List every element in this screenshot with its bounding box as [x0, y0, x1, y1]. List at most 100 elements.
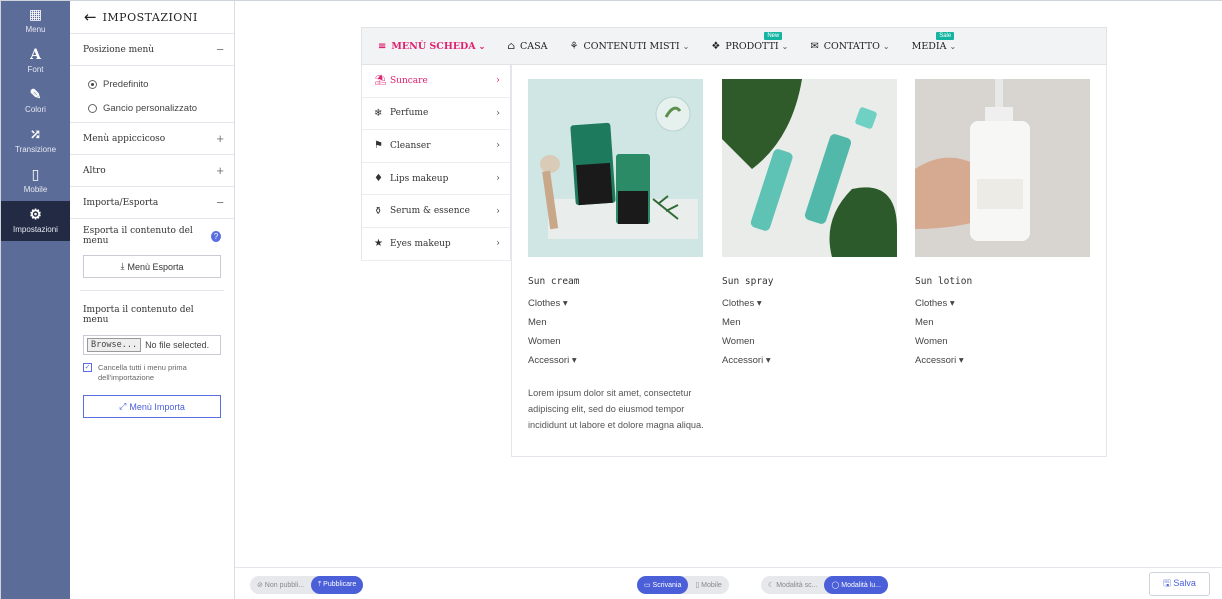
category-list: ⛱ Suncare › ❄ Perfume › ⚑ Cleanser › ♦ L… — [361, 65, 511, 261]
category-label: Perfume — [390, 108, 429, 119]
collapse-icon[interactable]: − — [216, 42, 224, 57]
menu-item-label: PRODOTTI — [725, 40, 779, 52]
rail-item-transition[interactable]: ⤮ Transizione — [1, 121, 70, 161]
link-women[interactable]: Women — [528, 337, 703, 356]
back-arrow-icon[interactable]: ← — [84, 8, 97, 26]
menu-item-tab-menu[interactable]: ≡ MENÙ SCHEDA ⌄ — [378, 41, 485, 52]
radio-default[interactable]: Predefinito — [70, 72, 234, 96]
rail-item-settings[interactable]: ⚙ Impostazioni — [1, 201, 70, 241]
desktop-toggle[interactable]: ▭ Scrivania — [637, 576, 689, 594]
menu-item-mixed-content[interactable]: ⚘ CONTENUTI MISTI ⌄ — [570, 41, 690, 52]
file-input[interactable]: Browse... No file selected. — [83, 335, 221, 355]
rail-item-mobile[interactable]: ▯ Mobile — [1, 161, 70, 201]
save-button[interactable]: 🖫 Salva — [1149, 572, 1210, 596]
radio-button-checked[interactable] — [88, 79, 97, 89]
menu-item-media[interactable]: Sale MEDIA ⌄ — [911, 31, 956, 52]
app-window: ▦ Menu A Font ✎ Colori ⤮ Transizione ▯ M… — [0, 0, 1222, 599]
import-label-row: Importa il contenuto del menu — [70, 305, 234, 325]
chevron-right-icon: › — [496, 75, 500, 87]
new-badge: New — [764, 31, 783, 40]
link-men[interactable]: Men — [528, 318, 703, 337]
chat-icon: ✉ — [810, 40, 819, 52]
menu-item-contact[interactable]: ✉ CONTATTO ⌄ — [810, 41, 889, 52]
category-eyes-makeup[interactable]: ★ Eyes makeup › — [362, 228, 510, 261]
category-suncare[interactable]: ⛱ Suncare › — [362, 65, 510, 98]
browse-button[interactable]: Browse... — [87, 338, 142, 352]
gear-icon: ⚙ — [29, 207, 42, 223]
expand-icon[interactable]: + — [216, 163, 224, 178]
panel-title: IMPOSTAZIONI — [102, 10, 198, 24]
rail-item-menu[interactable]: ▦ Menu — [1, 1, 70, 41]
rail-item-font[interactable]: A Font — [1, 41, 70, 81]
section-other-header[interactable]: Altro + — [70, 155, 234, 187]
link-clothes[interactable]: Clothes ▾ — [528, 299, 703, 318]
products-panel: Sun cream Clothes ▾ Men Women Accessori … — [511, 65, 1107, 457]
menu-item-label: MEDIA — [911, 40, 947, 52]
product-title[interactable]: Sun lotion — [915, 276, 1090, 287]
sale-badge: Sale — [936, 31, 955, 40]
menu-item-label: CONTENUTI MISTI — [583, 40, 680, 52]
product-title[interactable]: Sun cream — [528, 276, 703, 287]
menu-item-label: CONTATTO — [823, 40, 880, 52]
menu-item-home[interactable]: ⌂ CASA — [507, 41, 547, 52]
link-men[interactable]: Men — [722, 318, 897, 337]
category-label: Lips makeup — [390, 173, 449, 184]
import-button-label: Menù Importa — [129, 401, 185, 412]
device-toggle: ▭ Scrivania ▯ Mobile — [637, 576, 729, 594]
product-title[interactable]: Sun spray — [722, 276, 897, 287]
link-clothes[interactable]: Clothes ▾ — [722, 299, 897, 318]
light-mode-toggle[interactable]: ◯ Modalità lu... — [824, 576, 888, 594]
chevron-down-icon: ⌄ — [682, 41, 690, 51]
clear-menus-checkbox-row[interactable]: ✓ Cancella tutti i menu prima dell'impor… — [70, 363, 234, 383]
import-button[interactable]: ⤢ Menù Importa — [83, 395, 221, 418]
brush-icon: ✎ — [29, 87, 42, 103]
section-import-export-header[interactable]: Importa/Esporta − — [70, 187, 234, 219]
link-accessories[interactable]: Accessori ▾ — [915, 356, 1090, 375]
menu-item-products[interactable]: New ❖ PRODOTTI ⌄ — [711, 31, 788, 52]
category-perfume[interactable]: ❄ Perfume › — [362, 98, 510, 131]
link-women[interactable]: Women — [915, 337, 1090, 356]
export-label: Esporta il contenuto del menu — [83, 226, 193, 246]
link-accessories[interactable]: Accessori ▾ — [528, 356, 703, 375]
export-button[interactable]: ⤓ Menù Esporta — [83, 255, 221, 278]
link-women[interactable]: Women — [722, 337, 897, 356]
link-clothes[interactable]: Clothes ▾ — [915, 299, 1090, 318]
rail-label: Colori — [25, 105, 46, 114]
dark-mode-toggle[interactable]: ☾ Modalità sc... — [761, 576, 824, 594]
radio-button[interactable] — [88, 103, 97, 113]
link-accessories[interactable]: Accessori ▾ — [722, 356, 897, 375]
radio-custom-hook[interactable]: Gancio personalizzato — [70, 96, 234, 120]
menu-item-label: CASA — [520, 40, 548, 52]
chevron-right-icon: › — [496, 238, 500, 250]
category-label: Serum & essence — [390, 206, 470, 217]
publish-toggle-active[interactable]: ⤒ Pubblicare — [311, 576, 364, 594]
product-image-sun-cream[interactable] — [528, 79, 703, 257]
chevron-down-icon: ⌄ — [478, 41, 486, 51]
faucet-icon: ⚑ — [374, 140, 383, 152]
checkbox-checked[interactable]: ✓ — [83, 363, 92, 372]
link-men[interactable]: Men — [915, 318, 1090, 337]
mobile-icon: ▯ — [31, 167, 40, 183]
lipstick-icon: ♦ — [374, 173, 383, 185]
product-image-sun-spray[interactable] — [722, 79, 897, 257]
product-card: Sun lotion Clothes ▾ Men Women Accessori… — [915, 79, 1090, 375]
section-position-header[interactable]: Posizione menù − — [70, 34, 234, 66]
product-image-sun-lotion[interactable] — [915, 79, 1090, 257]
rail-item-colors[interactable]: ✎ Colori — [1, 81, 70, 121]
category-cleanser[interactable]: ⚑ Cleanser › — [362, 130, 510, 163]
mobile-toggle[interactable]: ▯ Mobile — [688, 576, 728, 594]
category-serum[interactable]: ⚱ Serum & essence › — [362, 195, 510, 228]
chevron-down-icon: ⌄ — [882, 41, 890, 51]
unpublished-toggle[interactable]: ⊘ Non pubbli... — [250, 576, 311, 594]
collapse-icon[interactable]: − — [216, 195, 224, 210]
category-lips-makeup[interactable]: ♦ Lips makeup › — [362, 163, 510, 196]
chevron-right-icon: › — [496, 140, 500, 152]
description-text: Lorem ipsum dolor sit amet, consectetur … — [528, 388, 704, 430]
rail-label: Transizione — [14, 145, 57, 154]
info-icon[interactable]: ? — [211, 230, 221, 242]
shuffle-icon: ⤮ — [29, 127, 42, 143]
chevron-right-icon: › — [496, 173, 500, 185]
section-sticky-header[interactable]: Menù appiccicoso + — [70, 123, 234, 155]
grid-icon: ▦ — [28, 7, 43, 23]
expand-icon[interactable]: + — [216, 131, 224, 146]
